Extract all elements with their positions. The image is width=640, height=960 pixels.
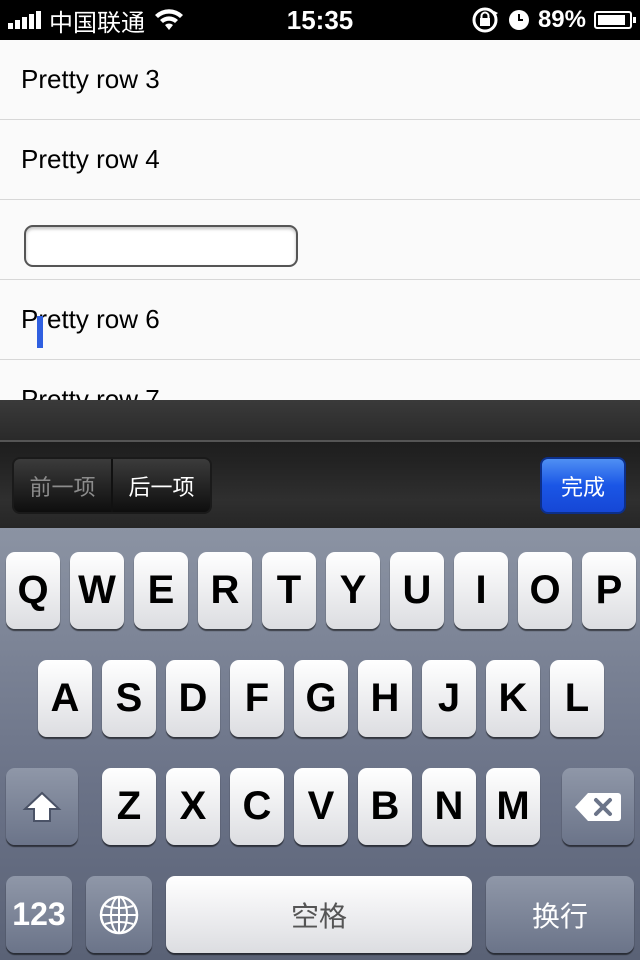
key-x[interactable]: X bbox=[166, 768, 220, 845]
key-j[interactable]: J bbox=[422, 660, 476, 737]
key-v[interactable]: V bbox=[294, 768, 348, 845]
row-label: Pretty row 3 bbox=[21, 64, 160, 94]
table-view: Pretty row 3 Pretty row 4 Pretty row 6 P… bbox=[0, 40, 640, 400]
alarm-icon bbox=[508, 10, 529, 30]
key-z[interactable]: Z bbox=[102, 768, 156, 845]
key-l[interactable]: L bbox=[550, 660, 604, 737]
next-button[interactable]: 后一项 bbox=[113, 459, 210, 512]
battery-icon bbox=[594, 11, 636, 29]
keyboard: Q W E R T Y U I O P A S D F G H J K L Z … bbox=[0, 528, 640, 960]
backspace-icon bbox=[575, 792, 621, 821]
numbers-key[interactable]: 123 bbox=[6, 876, 72, 953]
key-s[interactable]: S bbox=[102, 660, 156, 737]
key-d[interactable]: D bbox=[166, 660, 220, 737]
done-button[interactable]: 完成 bbox=[540, 457, 626, 514]
return-key[interactable]: 换行 bbox=[486, 876, 634, 953]
key-o[interactable]: O bbox=[518, 552, 572, 629]
row-label: Pretty row 7 bbox=[21, 384, 160, 400]
space-key[interactable]: 空格 bbox=[166, 876, 472, 953]
key-r[interactable]: R bbox=[198, 552, 252, 629]
key-y[interactable]: Y bbox=[326, 552, 380, 629]
key-p[interactable]: P bbox=[582, 552, 636, 629]
key-c[interactable]: C bbox=[230, 768, 284, 845]
key-b[interactable]: B bbox=[358, 768, 412, 845]
shift-arrow-icon bbox=[22, 791, 62, 822]
previous-button[interactable]: 前一项 bbox=[14, 459, 113, 512]
table-row[interactable]: Pretty row 3 bbox=[0, 40, 640, 121]
key-q[interactable]: Q bbox=[6, 552, 60, 629]
status-bar: 中国联通 15:35 89% bbox=[0, 0, 640, 40]
key-t[interactable]: T bbox=[262, 552, 316, 629]
table-row[interactable]: Pretty row 7 bbox=[0, 360, 640, 400]
table-row[interactable]: Pretty row 4 bbox=[0, 120, 640, 201]
text-cursor bbox=[37, 316, 43, 348]
battery-percent: 89% bbox=[537, 6, 586, 33]
key-u[interactable]: U bbox=[390, 552, 444, 629]
key-h[interactable]: H bbox=[358, 660, 412, 737]
table-row[interactable]: Pretty row 6 bbox=[0, 280, 640, 361]
key-w[interactable]: W bbox=[70, 552, 124, 629]
prev-next-segmented-control: 前一项 后一项 bbox=[12, 457, 212, 514]
globe-icon bbox=[99, 895, 139, 934]
delete-key[interactable] bbox=[562, 768, 634, 845]
row-label: Pretty row 4 bbox=[21, 144, 160, 174]
globe-key[interactable] bbox=[86, 876, 152, 953]
shift-key[interactable] bbox=[6, 768, 78, 845]
key-n[interactable]: N bbox=[422, 768, 476, 845]
text-field[interactable] bbox=[24, 225, 298, 267]
key-g[interactable]: G bbox=[294, 660, 348, 737]
rotation-lock-icon bbox=[472, 7, 498, 33]
key-f[interactable]: F bbox=[230, 660, 284, 737]
key-k[interactable]: K bbox=[486, 660, 540, 737]
key-e[interactable]: E bbox=[134, 552, 188, 629]
key-m[interactable]: M bbox=[486, 768, 540, 845]
key-i[interactable]: I bbox=[454, 552, 508, 629]
table-row[interactable] bbox=[0, 200, 640, 281]
key-a[interactable]: A bbox=[38, 660, 92, 737]
